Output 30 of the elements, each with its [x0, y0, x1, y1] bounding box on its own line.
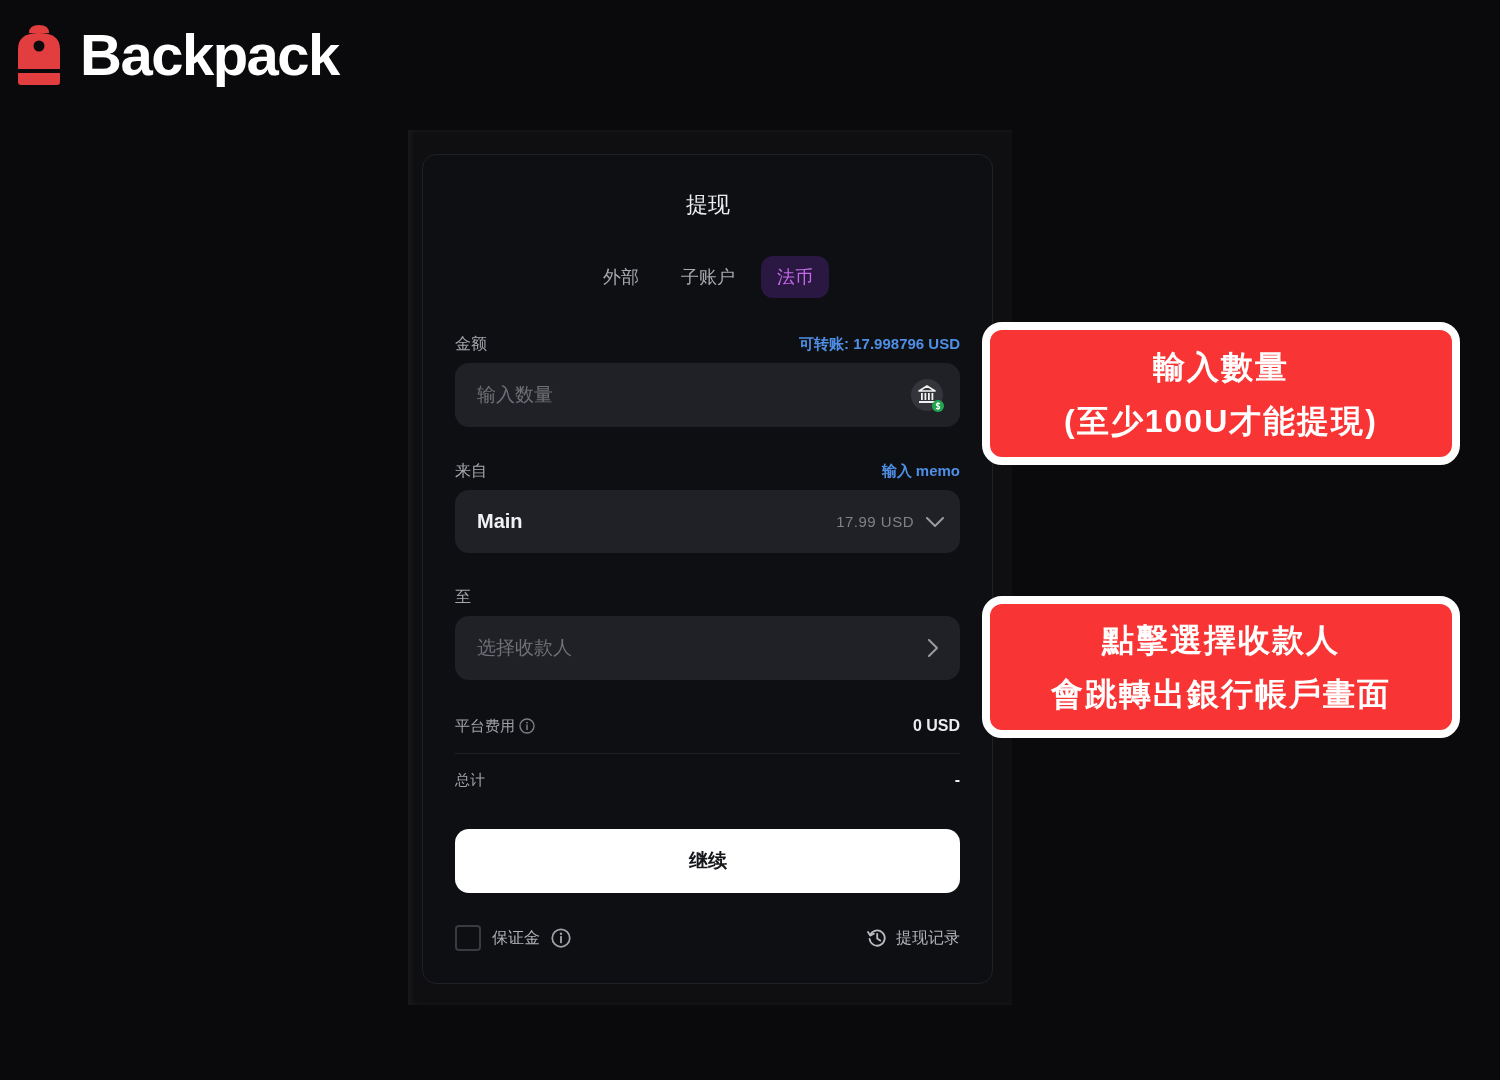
checkbox-label: 保证金 [492, 927, 540, 948]
summary-label: 平台费用 [455, 716, 515, 736]
chevron-right-icon [928, 639, 938, 657]
available-balance: 可转账: 17.998796 USD [799, 334, 960, 354]
field-label: 金额 [455, 333, 487, 354]
tab[interactable]: 法币 [760, 256, 829, 298]
checkbox[interactable] [455, 925, 481, 951]
summary-value: - [954, 771, 960, 789]
dialog-title: 提现 [684, 191, 731, 219]
amount-field[interactable]: 输入数量 [455, 363, 960, 427]
tab[interactable]: 子账户 [664, 256, 751, 298]
backpack-logo-icon [18, 25, 60, 85]
callout-text: 輸入數量 [1153, 347, 1289, 386]
bank-icon [911, 379, 945, 413]
callout-text: 會跳轉出銀行帳戶畫面 [1051, 675, 1391, 713]
field-label: 来自 [455, 460, 487, 481]
history-link[interactable]: 提现记录 [867, 927, 960, 949]
chevron-down-icon [926, 516, 944, 527]
summary-value: 0 USD [912, 717, 960, 735]
info-icon [551, 928, 571, 948]
callout-text: (至少100U才能提現) [1064, 401, 1378, 440]
tab[interactable]: 外部 [586, 256, 655, 298]
summary-label: 总计 [455, 770, 485, 790]
callout-text: 點擊選擇收款人 [1102, 621, 1340, 659]
recipient-field[interactable]: 选择收款人 [455, 616, 960, 680]
account-select[interactable]: Main 17.99 USD [455, 490, 960, 553]
continue-button[interactable]: 继续 [455, 829, 960, 893]
memo-link[interactable]: 输入 memo [881, 461, 960, 481]
field-label: 至 [455, 586, 471, 607]
history-icon [867, 928, 887, 948]
